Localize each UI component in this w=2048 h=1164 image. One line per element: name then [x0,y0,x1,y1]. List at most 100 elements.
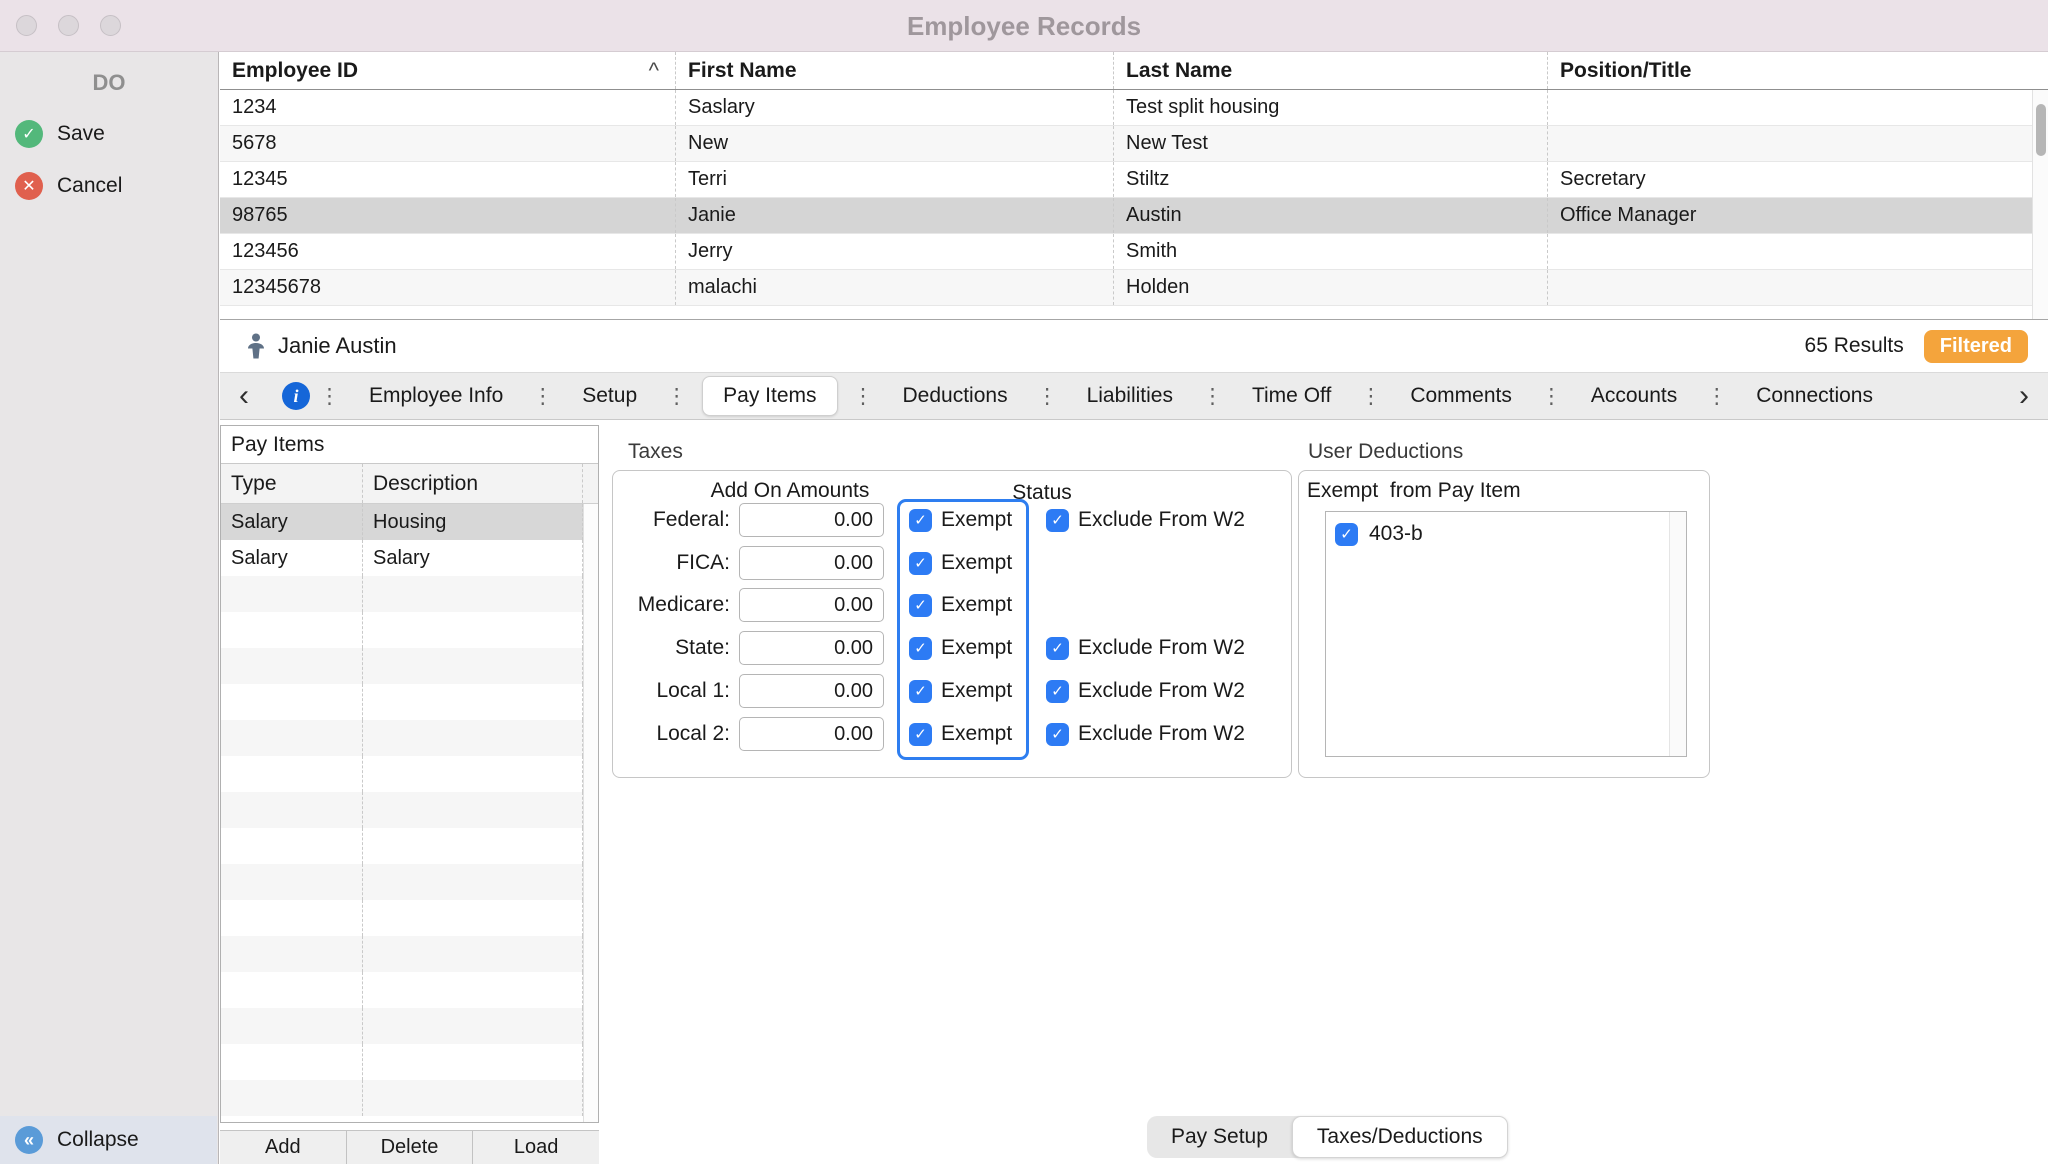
cell-position [1548,234,2032,269]
medicare-exempt-checkbox[interactable]: ✓ [909,594,932,617]
table-row[interactable]: 12345 Terri Stiltz Secretary [220,162,2048,198]
bottom-tab-group: Pay Setup Taxes/Deductions [1147,1116,1508,1158]
tab-liabilities[interactable]: Liabilities [1081,377,1179,415]
empty-row[interactable] [221,864,598,900]
local-2-exclude-w2-checkbox[interactable]: ✓ [1046,723,1069,746]
empty-row[interactable] [221,684,598,720]
empty-row[interactable] [221,792,598,828]
column-header-description[interactable]: Description [363,464,583,503]
tab-comments[interactable]: Comments [1404,377,1518,415]
empty-row[interactable] [221,756,598,792]
federal-exempt-checkbox[interactable]: ✓ [909,509,932,532]
table-row[interactable]: 12345678 malachi Holden [220,270,2048,306]
cell-last-name: Holden [1114,270,1548,305]
scrollbar-thumb[interactable] [2036,104,2046,156]
column-header-last-name[interactable]: Last Name [1114,52,1548,89]
list-item-403b[interactable]: ✓ 403-b [1326,512,1686,546]
record-bar: Janie Austin 65 Results Filtered [220,320,2048,372]
tabs-forward-icon[interactable]: › [2000,374,2048,418]
empty-row[interactable] [221,720,598,756]
table-row[interactable]: 5678 New New Test [220,126,2048,162]
empty-row[interactable] [221,648,598,684]
empty-row[interactable] [221,1080,598,1116]
taxes-group-label: Taxes [628,440,683,464]
sidebar-header-do: DO [0,70,218,96]
tab-employee-info[interactable]: Employee Info [363,377,509,415]
fica-addon-input[interactable]: 0.00 [739,546,884,580]
tax-row-medicare: Medicare: 0.00 ✓ Exempt [627,588,1277,622]
tab-menu-icon[interactable]: ⋮ [1360,384,1381,409]
tab-connections[interactable]: Connections [1750,377,1879,415]
sort-ascending-icon: ^ [649,58,659,84]
local-1-addon-input[interactable]: 0.00 [739,674,884,708]
fica-exempt-checkbox[interactable]: ✓ [909,552,932,575]
column-header-position-title[interactable]: Position/Title [1548,52,2032,89]
exempt-from-pay-item-label: Exempt from Pay Item [1307,479,1521,503]
tax-row-state: State: 0.00 ✓ Exempt ✓ Exclude From W2 [627,631,1277,665]
tab-menu-icon[interactable]: ⋮ [1037,384,1058,409]
cell-employee-id: 123456 [220,234,676,269]
state-exclude-w2-checkbox[interactable]: ✓ [1046,637,1069,660]
empty-row[interactable] [221,900,598,936]
user-deductions-scrollbar[interactable] [1669,512,1686,756]
state-addon-input[interactable]: 0.00 [739,631,884,665]
exclude-w2-label: Exclude From W2 [1078,722,1245,746]
cell-first-name: New [676,126,1114,161]
pay-item-row[interactable]: Salary Salary [221,540,598,576]
tab-bar: ‹ i ⋮ Employee Info ⋮ Setup ⋮ Pay Items … [220,372,2048,420]
tab-menu-icon[interactable]: ⋮ [1541,384,1562,409]
tab-menu-icon[interactable]: ⋮ [1706,384,1727,409]
column-header-type[interactable]: Type [221,464,363,503]
tab-setup[interactable]: Setup [576,377,643,415]
federal-exclude-w2-checkbox[interactable]: ✓ [1046,509,1069,532]
tab-menu-icon[interactable]: ⋮ [319,384,340,409]
filtered-badge[interactable]: Filtered [1924,330,2028,363]
tab-deductions[interactable]: Deductions [897,377,1014,415]
empty-row[interactable] [221,936,598,972]
empty-row[interactable] [221,828,598,864]
tab-pay-setup[interactable]: Pay Setup [1147,1116,1292,1158]
local-2-exempt-checkbox[interactable]: ✓ [909,723,932,746]
tab-menu-icon[interactable]: ⋮ [532,384,553,409]
tab-menu-icon[interactable]: ⋮ [853,384,874,409]
pay-item-row-selected[interactable]: Salary Housing [221,504,598,540]
tab-menu-icon[interactable]: ⋮ [666,384,687,409]
save-button-label: Save [57,122,105,146]
tabs-back-icon[interactable]: ‹ [220,374,268,418]
cell-type: Salary [221,504,363,540]
empty-row[interactable] [221,576,598,612]
table-row[interactable]: 1234 Saslary Test split housing [220,90,2048,126]
local-2-addon-input[interactable]: 0.00 [739,717,884,751]
403b-checkbox[interactable]: ✓ [1335,523,1358,546]
save-button[interactable]: ✓ Save [0,120,218,148]
empty-row[interactable] [221,612,598,648]
collapse-button[interactable]: « Collapse [0,1116,217,1164]
exempt-label: Exempt [941,679,1012,703]
info-icon[interactable]: i [282,382,310,410]
table-row[interactable]: 123456 Jerry Smith [220,234,2048,270]
column-header-employee-id[interactable]: Employee ID ^ [220,52,676,89]
federal-addon-input[interactable]: 0.00 [739,503,884,537]
empty-row[interactable] [221,1044,598,1080]
save-check-icon: ✓ [15,120,43,148]
cell-position: Office Manager [1548,198,2032,233]
vertical-scrollbar[interactable] [2032,90,2048,319]
table-row-selected[interactable]: 98765 Janie Austin Office Manager [220,198,2048,234]
empty-row[interactable] [221,972,598,1008]
medicare-addon-input[interactable]: 0.00 [739,588,884,622]
local-1-exempt-checkbox[interactable]: ✓ [909,680,932,703]
cancel-button[interactable]: ✕ Cancel [0,172,218,200]
local-1-exclude-w2-checkbox[interactable]: ✓ [1046,680,1069,703]
tab-time-off[interactable]: Time Off [1246,377,1337,415]
load-button[interactable]: Load [473,1131,599,1164]
tab-taxes-deductions[interactable]: Taxes/Deductions [1292,1116,1508,1158]
tab-menu-icon[interactable]: ⋮ [1202,384,1223,409]
add-button[interactable]: Add [220,1131,347,1164]
column-header-first-name[interactable]: First Name [676,52,1114,89]
tab-accounts[interactable]: Accounts [1585,377,1683,415]
tab-pay-items[interactable]: Pay Items [702,376,837,416]
pay-items-scrollbar[interactable] [583,504,598,1122]
state-exempt-checkbox[interactable]: ✓ [909,637,932,660]
empty-row[interactable] [221,1008,598,1044]
delete-button[interactable]: Delete [347,1131,474,1164]
